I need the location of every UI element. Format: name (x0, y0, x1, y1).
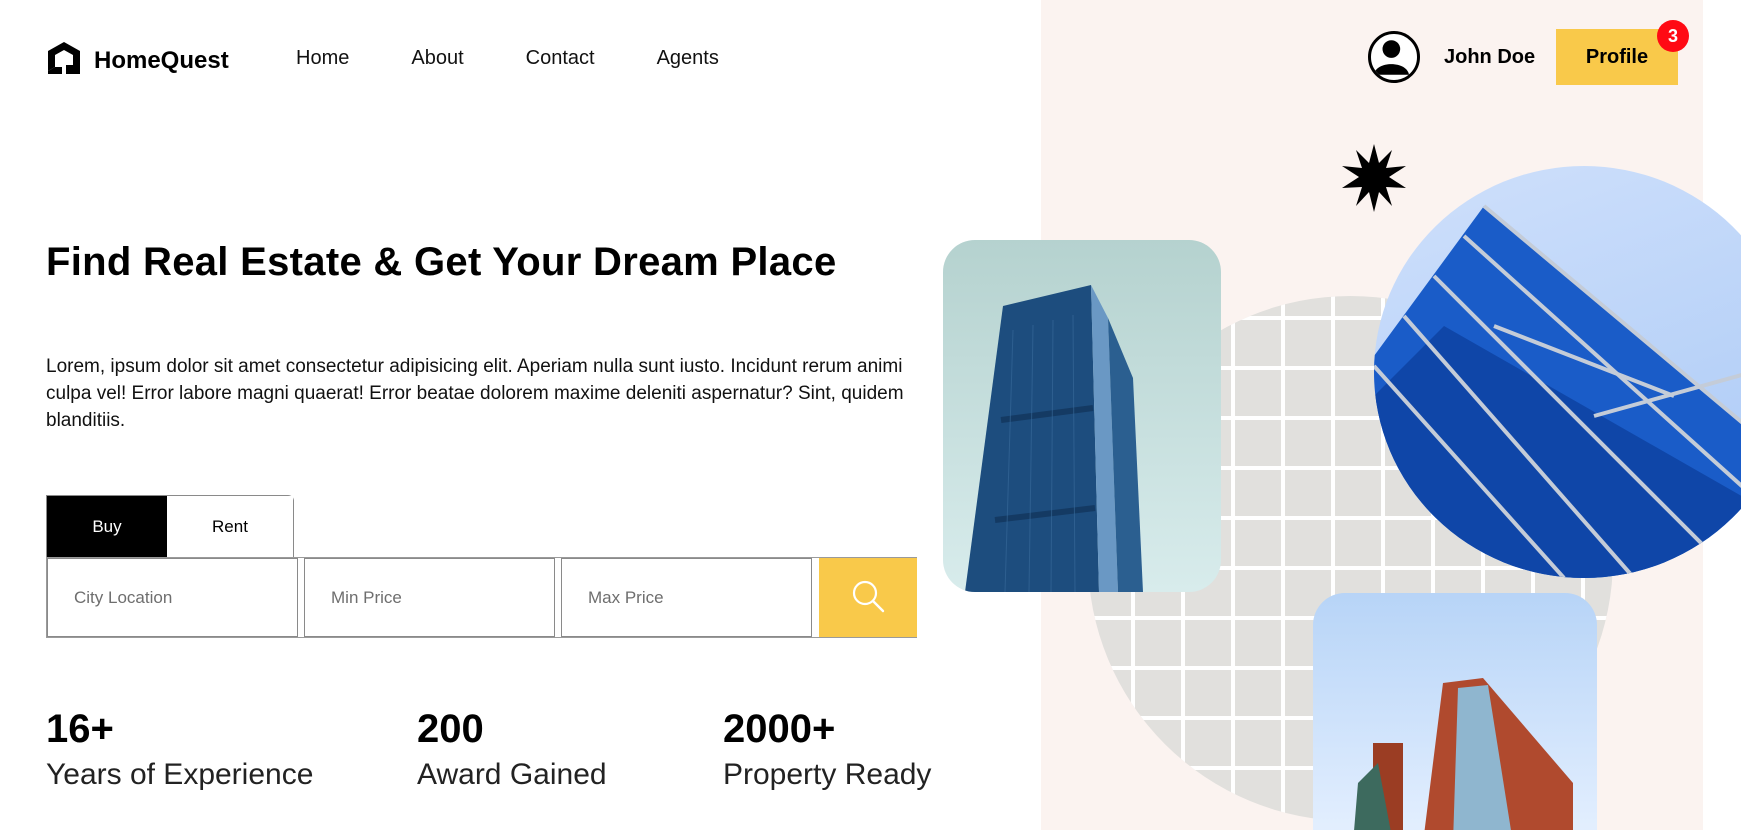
min-price-input[interactable] (331, 587, 554, 608)
search-icon (851, 579, 885, 616)
house-logo-icon (46, 40, 82, 81)
hero-title: Find Real Estate & Get Your Dream Place (46, 240, 837, 284)
min-price-field (304, 558, 555, 637)
max-price-input[interactable] (588, 587, 811, 608)
brand-name: HomeQuest (94, 46, 229, 74)
notification-badge: 3 (1657, 20, 1689, 52)
stat-label: Award Gained (417, 758, 607, 791)
user-name: John Doe (1444, 45, 1536, 68)
hero-description: Lorem, ipsum dolor sit amet consectetur … (46, 356, 904, 431)
stat-label: Years of Experience (46, 758, 314, 791)
city-location-input[interactable] (74, 587, 297, 608)
stat-label: Property Ready (723, 758, 932, 791)
max-price-field (561, 558, 812, 637)
stat-properties: 2000+ Property Ready (723, 705, 931, 795)
brand-logo[interactable]: HomeQuest (46, 40, 229, 81)
search-button[interactable] (819, 558, 917, 637)
stat-value: 2000+ (723, 707, 836, 751)
tab-rent[interactable]: Rent (167, 496, 293, 557)
main-nav: Home About Contact Agents (296, 47, 719, 70)
stat-value: 200 (417, 707, 484, 751)
nav-agents[interactable]: Agents (657, 47, 719, 70)
brick-building-image (1313, 593, 1597, 830)
tab-buy[interactable]: Buy (47, 496, 167, 557)
nav-about[interactable]: About (411, 47, 463, 70)
stat-awards: 200 Award Gained (417, 705, 607, 795)
user-menu[interactable]: John Doe (1368, 31, 1535, 83)
nav-contact[interactable]: Contact (526, 47, 595, 70)
user-avatar-icon[interactable] (1368, 31, 1420, 83)
starburst-icon (1340, 144, 1408, 217)
stat-experience: 16+ Years of Experience (46, 705, 313, 795)
search-bar (46, 557, 917, 638)
skyscraper-image (943, 240, 1221, 592)
stat-value: 16+ (46, 707, 114, 751)
nav-home[interactable]: Home (296, 47, 349, 70)
search-tabs: Buy Rent (46, 495, 294, 557)
city-field (47, 558, 298, 637)
